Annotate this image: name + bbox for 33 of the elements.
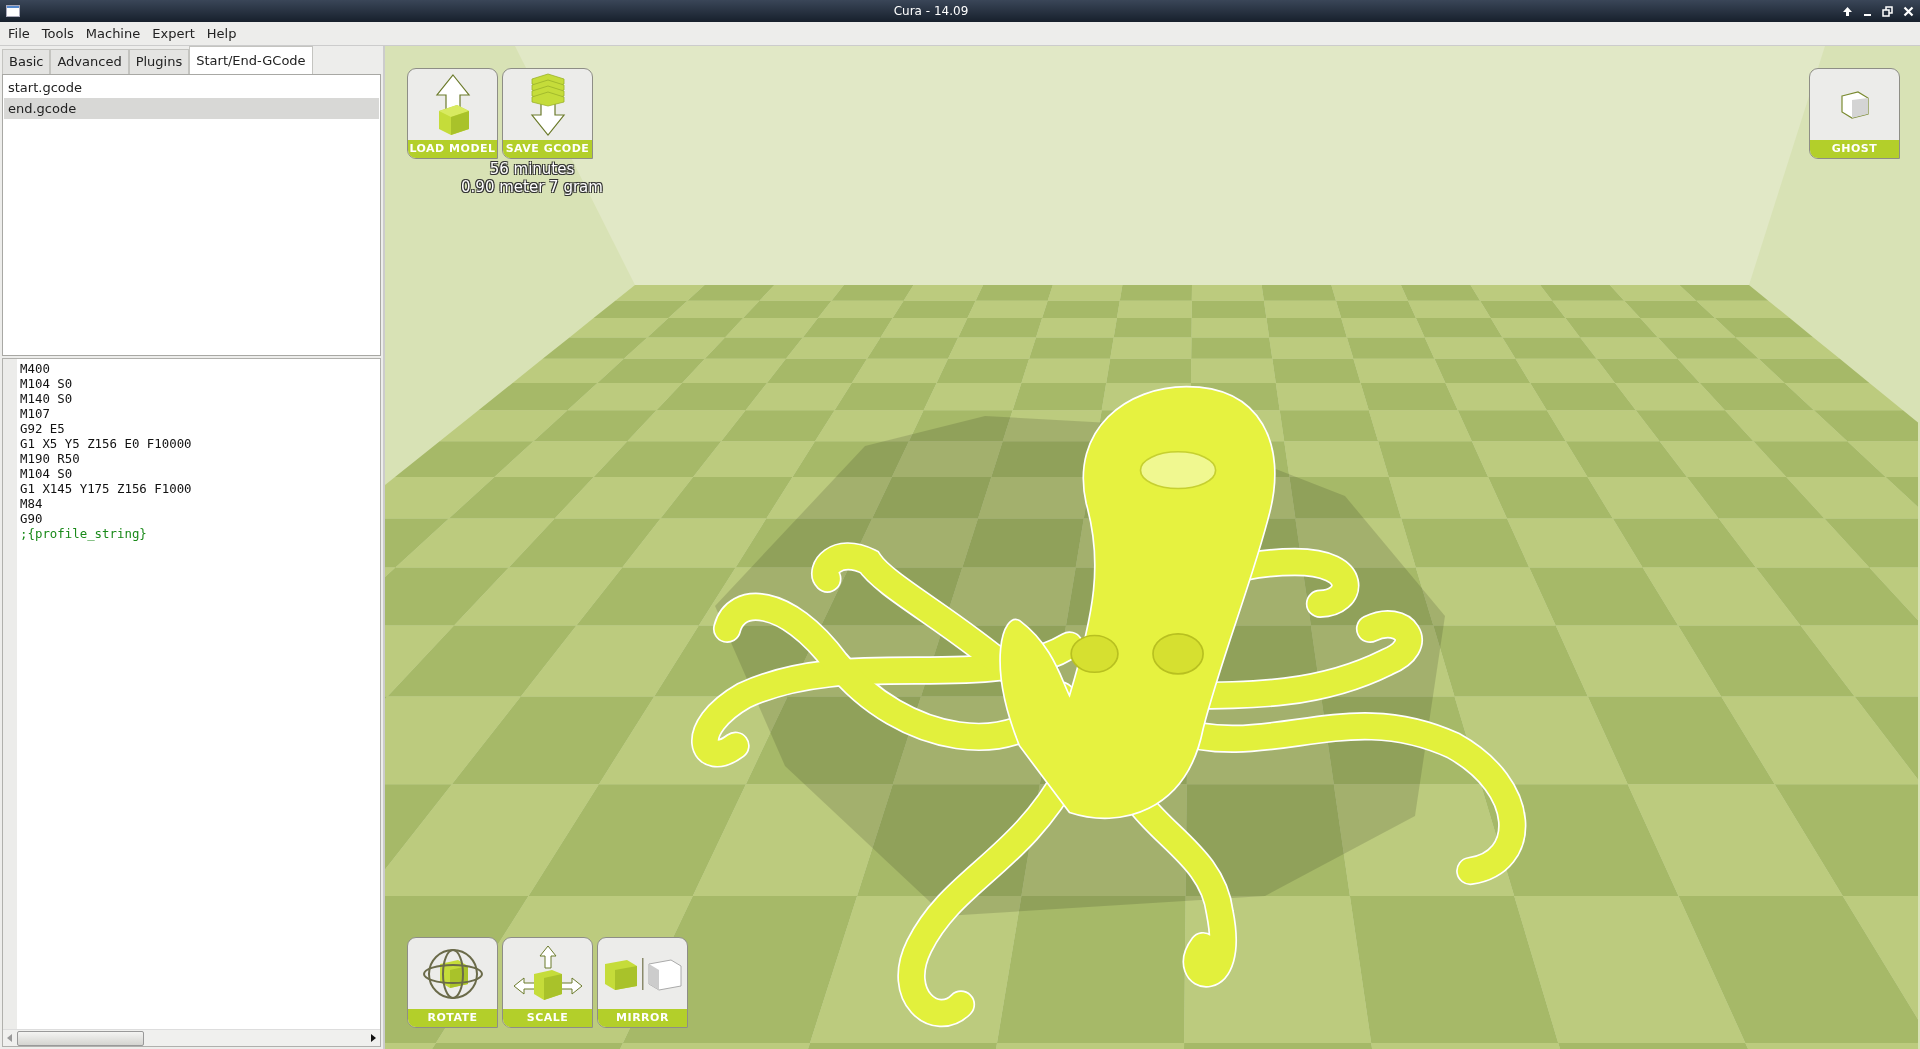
up-arrow-icon[interactable] [1842, 5, 1853, 17]
file-list-item[interactable]: end.gcode [4, 98, 379, 119]
tab[interactable]: Start/End-GCode [189, 46, 313, 74]
code-line: G90 [19, 511, 44, 526]
code-line: M84 [19, 496, 44, 511]
code-line: M104 S0 [19, 376, 74, 391]
menu-item[interactable]: Machine [79, 26, 147, 41]
print-estimate: 0.90 meter 7 gram [460, 178, 604, 196]
code-line: G1 X5 Y5 Z156 E0 F10000 [19, 436, 193, 451]
menu-item[interactable]: File [2, 26, 36, 41]
window-title: Cura - 14.09 [892, 4, 970, 18]
scrollbar-thumb[interactable] [17, 1030, 144, 1046]
menu-item[interactable]: Help [200, 26, 243, 41]
tab[interactable]: Plugins [128, 49, 190, 74]
code-line: M104 S0 [19, 466, 74, 481]
restore-icon[interactable] [1882, 5, 1893, 17]
code-line: M190 R50 [19, 451, 81, 466]
code-line: G92 E5 [19, 421, 66, 436]
window-icon [6, 5, 20, 17]
code-line: G1 X145 Y175 Z156 F1000 [19, 481, 193, 496]
tab[interactable]: Basic [2, 49, 51, 74]
tab[interactable]: Advanced [50, 49, 129, 74]
horizontal-scrollbar[interactable] [3, 1029, 380, 1046]
code-editor[interactable]: M400 M104 S0 M140 S0 M107 G92 E5 G1 X5 Y5 Z156 E0 F10000 M190 R50 M104 S0 G1 X145 Y175 Z156 F1000 M84 G90 ;{profile_string} [2, 358, 381, 1047]
print-estimate: 56 minutes [488, 160, 576, 178]
code-line: M107 [19, 406, 51, 421]
file-list-item[interactable]: start.gcode [4, 77, 379, 98]
close-icon[interactable] [1903, 5, 1914, 17]
code-line: M400 [19, 361, 51, 376]
menu-item[interactable]: Tools [35, 26, 80, 41]
code-line: M140 S0 [19, 391, 74, 406]
code-line: ;{profile_string} [19, 526, 148, 541]
menu-item[interactable]: Expert [146, 26, 201, 41]
